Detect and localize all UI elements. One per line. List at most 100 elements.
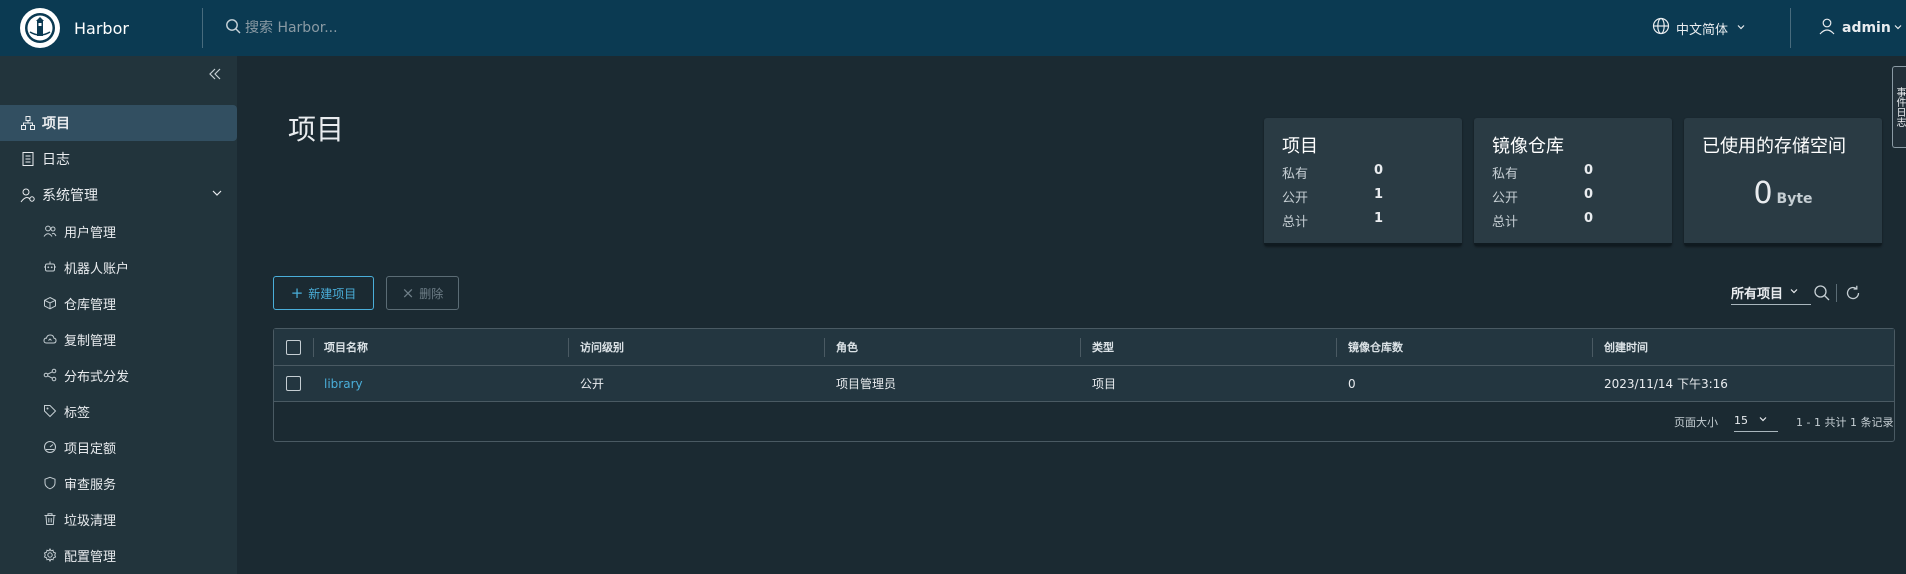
creation-time: 2023/11/14 下午3:16 <box>1604 377 1728 391</box>
card-row: 总计 1 <box>1282 211 1442 230</box>
card-row: 私有 0 <box>1282 163 1442 182</box>
sidebar-item-interrogation[interactable]: 审查服务 <box>0 465 237 501</box>
sidebar-item-distribution[interactable]: 分布式分发 <box>0 357 237 393</box>
sidebar-item-replications[interactable]: 复制管理 <box>0 321 237 357</box>
sidebar-item-label: 用户管理 <box>64 225 117 241</box>
new-project-button[interactable]: + 新建项目 <box>273 276 374 310</box>
sidebar-item-label: 复制管理 <box>64 333 117 349</box>
filter-label: 所有项目 <box>1731 287 1784 302</box>
sidebar-item-label: 项目 <box>42 116 70 132</box>
sidebar-item-label: 配置管理 <box>64 549 117 565</box>
sidebar-item-label: 标签 <box>64 405 91 421</box>
delete-label: 删除 <box>419 286 444 301</box>
trash-icon <box>42 511 58 527</box>
card-row: 公开 0 <box>1492 187 1652 206</box>
language-selector[interactable]: 中文简体 <box>1652 0 1746 56</box>
page-size-label: 页面大小 <box>1674 416 1718 429</box>
sidebar-item-label: 机器人账户 <box>64 261 130 277</box>
sidebar-item-projects[interactable]: 项目 <box>0 105 237 141</box>
row-checkbox[interactable] <box>286 366 301 401</box>
refresh-button[interactable] <box>1843 283 1863 303</box>
card-row-value: 0 <box>1374 163 1384 178</box>
column-divider <box>1080 338 1081 357</box>
column-header[interactable]: 创建时间 <box>1604 329 1648 365</box>
column-header[interactable]: 镜像仓库数 <box>1348 329 1403 365</box>
card-row-value: 1 <box>1374 187 1384 202</box>
column-header[interactable]: 类型 <box>1092 329 1114 365</box>
search-input[interactable] <box>245 20 545 36</box>
column-divider <box>824 338 825 357</box>
sidebar-item-label: 垃圾清理 <box>64 513 117 529</box>
column-divider <box>1336 338 1337 357</box>
chevron-down-icon <box>1758 414 1768 427</box>
card-row: 私有 0 <box>1492 163 1652 182</box>
page-title: 项目 <box>288 113 345 146</box>
username: admin <box>1842 20 1891 36</box>
log-icon <box>20 151 36 167</box>
project-filter-select[interactable]: 所有项目 <box>1731 281 1811 305</box>
card-row-label: 私有 <box>1492 167 1519 182</box>
delete-button[interactable]: × 删除 <box>386 276 459 310</box>
user-menu[interactable]: admin <box>1818 0 1903 56</box>
user-icon <box>1818 17 1836 39</box>
page-size-value: 15 <box>1734 414 1748 427</box>
sidebar-item-label: 分布式分发 <box>64 369 130 385</box>
header-divider <box>202 8 203 48</box>
sidebar-item-robot-accounts[interactable]: 机器人账户 <box>0 249 237 285</box>
column-header[interactable]: 访问级别 <box>580 329 624 365</box>
card-title: 镜像仓库 <box>1492 136 1564 157</box>
sidebar-item-users[interactable]: 用户管理 <box>0 213 237 249</box>
pagination-total: 1 - 1 共计 1 条记录 <box>1796 416 1894 429</box>
card-row-value: 0 <box>1584 211 1594 226</box>
sidebar-item-logs[interactable]: 日志 <box>0 141 237 177</box>
projects-summary-card: 项目 私有 0 公开 1 总计 1 <box>1264 118 1462 246</box>
sidebar-item-quotas[interactable]: 项目定额 <box>0 429 237 465</box>
chevron-down-icon <box>1893 20 1903 36</box>
search-button[interactable] <box>1812 283 1832 303</box>
sidebar-item-configuration[interactable]: 配置管理 <box>0 537 237 573</box>
column-header[interactable]: 项目名称 <box>324 329 368 365</box>
collapse-sidebar-button[interactable] <box>205 64 225 84</box>
top-nav: Harbor 中文简体 admin <box>0 0 1906 56</box>
card-row-label: 总计 <box>1282 215 1309 230</box>
repositories-summary-card: 镜像仓库 私有 0 公开 0 总计 0 <box>1474 118 1672 246</box>
card-title: 项目 <box>1282 136 1318 157</box>
sidebar: 项目 日志 系统管理 用户管理 机器人账户 仓库管理 复制管理 分布式分发 标签… <box>0 56 237 574</box>
type: 项目 <box>1092 377 1117 391</box>
sidebar-item-gc[interactable]: 垃圾清理 <box>0 501 237 537</box>
sidebar-item-labels[interactable]: 标签 <box>0 393 237 429</box>
harbor-logo-icon <box>20 8 60 48</box>
sidebar-item-admin[interactable]: 系统管理 <box>0 177 237 213</box>
table-header: 项目名称 访问级别 角色 类型 镜像仓库数 创建时间 <box>274 329 1894 366</box>
column-divider <box>568 338 569 357</box>
column-header[interactable]: 角色 <box>836 329 858 365</box>
globe-icon <box>1652 17 1670 39</box>
card-row-value: 1 <box>1374 211 1384 226</box>
card-row: 公开 1 <box>1282 187 1442 206</box>
tag-icon <box>42 403 58 419</box>
users-icon <box>42 223 58 239</box>
search-icon <box>1814 285 1830 301</box>
admin-icon <box>20 187 36 203</box>
card-row-value: 0 <box>1584 163 1594 178</box>
share-icon <box>42 367 58 383</box>
storage-usage: 0 Byte <box>1684 176 1882 211</box>
storage-value: 0 <box>1753 176 1773 211</box>
global-search[interactable] <box>225 0 625 56</box>
card-row-value: 0 <box>1584 187 1594 202</box>
registry-icon <box>42 295 58 311</box>
app-title: Harbor <box>74 18 129 38</box>
page-size-select[interactable]: 15 <box>1734 410 1778 432</box>
plus-icon: + <box>290 284 304 302</box>
robot-icon <box>42 259 58 275</box>
project-name-link[interactable]: library <box>324 366 363 401</box>
select-all-checkbox[interactable] <box>286 329 301 365</box>
chevron-down-icon <box>211 187 223 203</box>
access-level: 公开 <box>580 377 605 391</box>
shield-icon <box>42 475 58 491</box>
column-divider <box>313 338 314 357</box>
table-row[interactable]: library 公开 项目管理员 项目 0 2023/11/14 下午3:16 <box>274 366 1894 402</box>
sidebar-item-registries[interactable]: 仓库管理 <box>0 285 237 321</box>
event-log-tab[interactable]: 事件日志 <box>1892 66 1906 148</box>
brand[interactable]: Harbor <box>0 0 202 56</box>
